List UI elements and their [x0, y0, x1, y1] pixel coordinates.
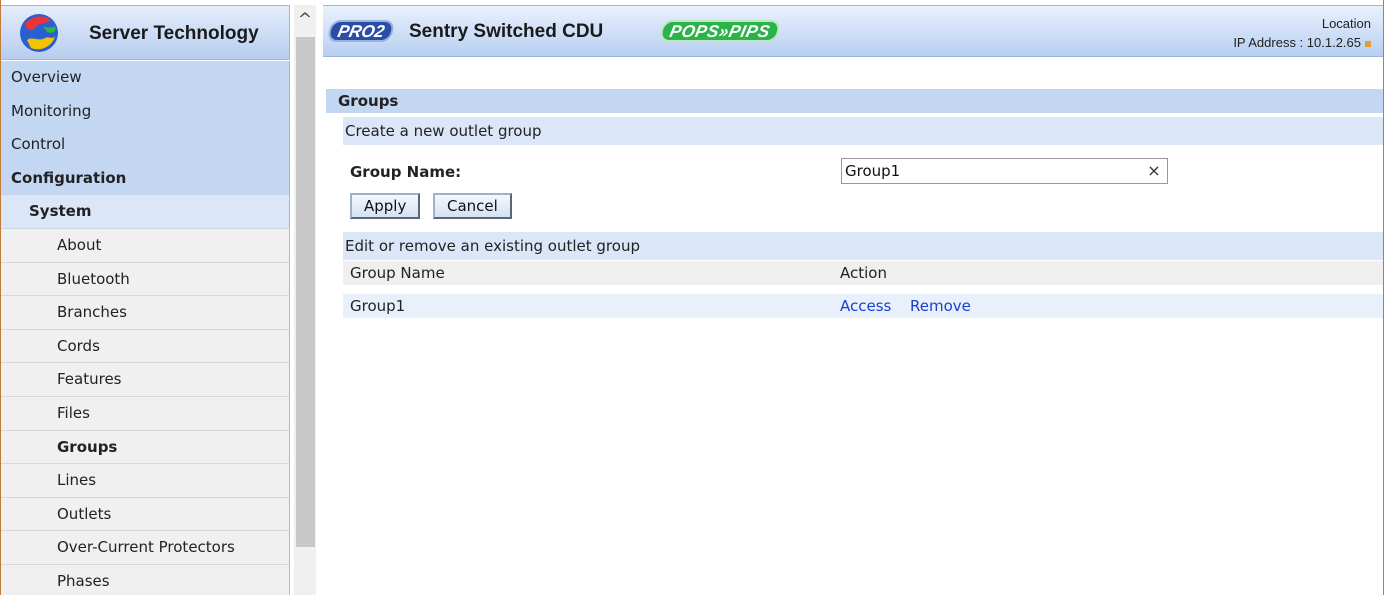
nav-item-files[interactable]: Files	[1, 396, 290, 431]
cancel-button[interactable]: Cancel	[433, 193, 512, 219]
nav-item-outlets[interactable]: Outlets	[1, 497, 290, 532]
logo-bar: Server Technology	[1, 5, 290, 60]
nav-item-monitoring[interactable]: Monitoring	[1, 94, 290, 129]
nav-item-cords[interactable]: Cords	[1, 329, 290, 364]
location-label: Location	[1321, 16, 1371, 31]
product-title: Sentry Switched CDU	[409, 21, 604, 42]
nav-item-overview[interactable]: Overview	[1, 61, 290, 95]
scrollbar-thumb[interactable]	[296, 37, 315, 547]
header-bar: PRO2 Sentry Switched CDU POPS»PIPS Locat…	[323, 5, 1383, 57]
group-name-input[interactable]	[841, 158, 1168, 184]
group-name-label: Group Name:	[350, 163, 462, 181]
status-dot-icon	[1365, 40, 1371, 47]
access-link[interactable]: Access	[840, 294, 891, 318]
page-title: Groups	[326, 89, 1383, 113]
groups-table-header: Group Name Action	[343, 261, 1383, 285]
clear-input-icon[interactable]: ×	[1146, 161, 1162, 181]
scroll-up-arrow-icon[interactable]: ^	[294, 5, 316, 35]
column-header-action: Action	[840, 264, 887, 282]
ip-address-label: IP Address : 10.1.2.65	[1233, 35, 1371, 50]
pops-pips-badge-logo: POPS»PIPS	[658, 20, 782, 42]
nav-item-configuration[interactable]: Configuration	[1, 161, 290, 196]
nav-item-about[interactable]: About	[1, 228, 290, 263]
table-row: Group1 Access Remove	[343, 294, 1383, 318]
nav-section-system[interactable]: System	[1, 195, 290, 229]
pro-badge-logo: PRO2	[326, 20, 396, 42]
navigation-frame: Server Technology Overview Monitoring Co…	[0, 0, 318, 595]
main-frame: PRO2 Sentry Switched CDU POPS»PIPS Locat…	[323, 0, 1384, 595]
create-group-header: Create a new outlet group	[343, 117, 1383, 145]
nav-item-lines[interactable]: Lines	[1, 464, 290, 498]
nav-item-features[interactable]: Features	[1, 363, 290, 397]
nav-scrollbar[interactable]: ^	[294, 5, 316, 595]
apply-button[interactable]: Apply	[350, 193, 421, 219]
nav-list: Overview Monitoring Control Configuratio…	[1, 61, 290, 595]
nav-item-over-current-protectors[interactable]: Over-Current Protectors	[1, 531, 290, 565]
edit-group-header: Edit or remove an existing outlet group	[343, 232, 1383, 260]
column-header-group-name: Group Name	[350, 264, 445, 282]
globe-logo-icon	[20, 14, 58, 52]
remove-link[interactable]: Remove	[910, 294, 971, 318]
ip-address-text: IP Address : 10.1.2.65	[1233, 35, 1361, 50]
company-name: Server Technology	[89, 23, 259, 44]
nav-item-bluetooth[interactable]: Bluetooth	[1, 262, 290, 297]
nav-item-control[interactable]: Control	[1, 128, 290, 162]
nav-item-groups[interactable]: Groups	[1, 430, 290, 465]
group-name-cell: Group1	[350, 297, 406, 315]
nav-item-phases[interactable]: Phases	[1, 564, 290, 595]
nav-item-branches[interactable]: Branches	[1, 296, 290, 330]
